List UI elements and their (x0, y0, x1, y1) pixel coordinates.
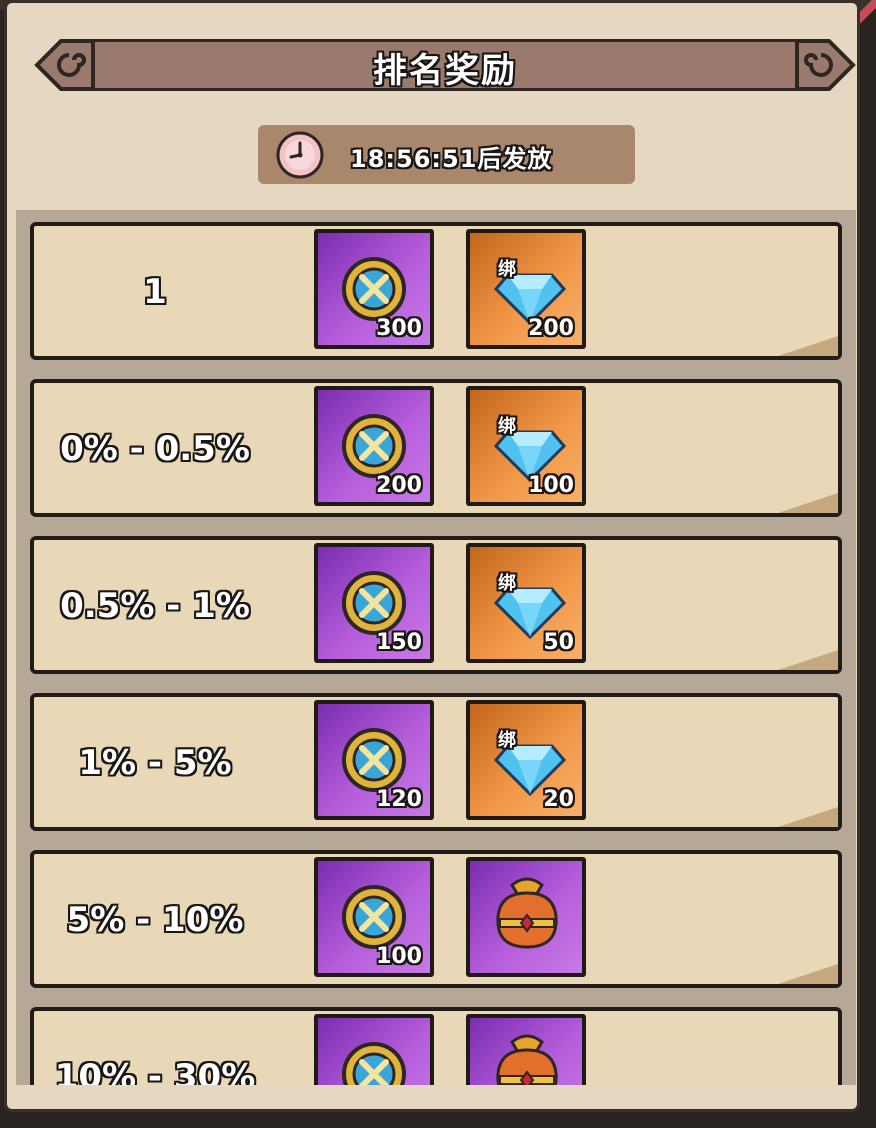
item-quantity: 20 (543, 787, 574, 812)
rank-label: 1% - 5% (78, 743, 232, 783)
rank-label: 1 (143, 272, 167, 312)
item-quantity: 120 (376, 787, 422, 812)
reward-item[interactable]: 绑 50 (466, 543, 586, 663)
rank-label: 0.5% - 1% (60, 586, 250, 626)
item-quantity: 50 (543, 630, 574, 655)
reward-item[interactable]: 100 (314, 857, 434, 977)
reward-item[interactable]: 300 (314, 229, 434, 349)
bound-tag: 绑 (498, 416, 516, 437)
reward-item[interactable] (466, 1014, 586, 1085)
bound-tag: 绑 (498, 259, 516, 280)
reward-item[interactable]: 绑 20 (466, 700, 586, 820)
reward-item[interactable]: 150 (314, 543, 434, 663)
timer-text: 18:56:51后发放 (350, 145, 553, 173)
item-quantity: 100 (528, 473, 574, 498)
reward-row: 5% - 10% 100 (30, 850, 842, 988)
bound-tag: 绑 (498, 730, 516, 751)
reward-item[interactable] (466, 857, 586, 977)
reward-item[interactable]: 绑 100 (466, 386, 586, 506)
rank-label: 0% - 0.5% (60, 429, 250, 469)
rank-label: 5% - 10% (66, 900, 244, 940)
reward-row: 10% - 30% (30, 1007, 842, 1085)
rank-label: 10% - 30% (54, 1057, 256, 1085)
title-banner: 排名奖励 (34, 33, 856, 97)
clock-icon (276, 131, 324, 179)
bound-tag: 绑 (498, 573, 516, 594)
item-quantity: 300 (376, 316, 422, 341)
reward-item[interactable]: 120 (314, 700, 434, 820)
item-quantity: 150 (376, 630, 422, 655)
item-quantity: 200 (376, 473, 422, 498)
reward-item[interactable]: 200 (314, 386, 434, 506)
item-quantity: 200 (528, 316, 574, 341)
reward-row: 1 300 绑 200 (30, 222, 842, 360)
reward-item[interactable] (314, 1014, 434, 1085)
reward-row: 0% - 0.5% 200 绑 100 (30, 379, 842, 517)
reward-list[interactable]: 1 300 绑 200 0% - 0.5% 200 绑 100 0.5% - 1% 15… (16, 210, 856, 1085)
item-quantity: 100 (376, 944, 422, 969)
countdown-timer: 18:56:51后发放 (258, 125, 635, 184)
page-title: 排名奖励 (373, 51, 517, 91)
reward-row: 0.5% - 1% 150 绑 50 (30, 536, 842, 674)
reward-row: 1% - 5% 120 绑 20 (30, 693, 842, 831)
reward-item[interactable]: 绑 200 (466, 229, 586, 349)
